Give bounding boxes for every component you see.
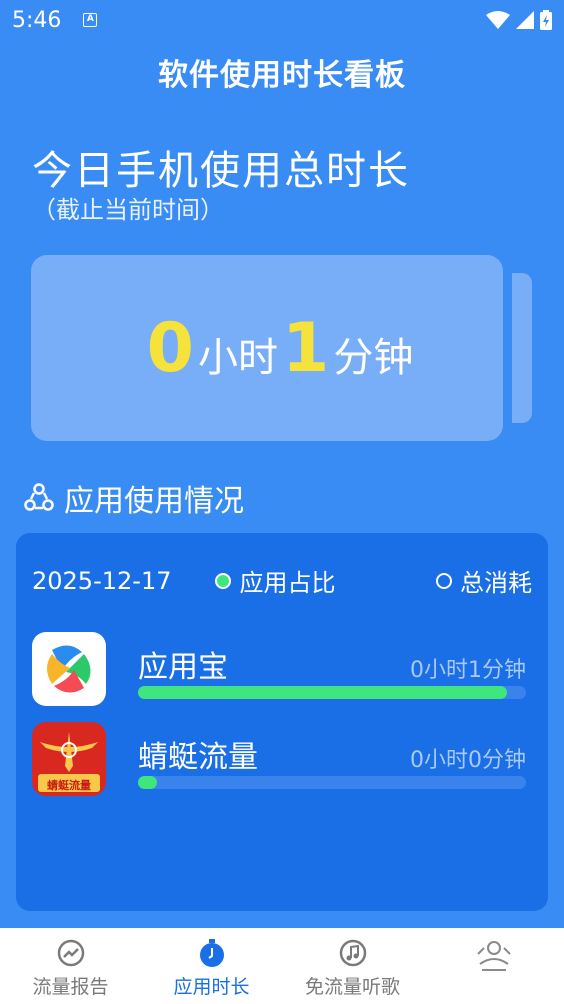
nav-label: 免流量听歌 — [304, 976, 400, 998]
qingting-app-icon: 蜻蜓流量 — [32, 722, 106, 796]
app-time: 0小时1分钟 — [410, 658, 526, 683]
legend-ratio-label: 应用占比 — [239, 569, 336, 597]
nav-profile[interactable] — [423, 928, 564, 1004]
legend-total-label: 总消耗 — [460, 569, 532, 597]
legend-total[interactable]: 总消耗 — [436, 563, 532, 598]
profile-icon — [476, 941, 511, 971]
duration-minutes-unit: 分钟 — [333, 334, 414, 381]
radio-selected-icon — [215, 572, 232, 589]
usage-bar-track — [138, 686, 526, 699]
panel-header: 2025-12-17 应用占比 总消耗 — [32, 563, 532, 598]
usage-bar-fill — [138, 776, 158, 789]
today-usage-title: 今日手机使用总时长 — [32, 148, 410, 194]
list-item[interactable]: 应用宝 0小时1分钟 — [32, 632, 532, 708]
status-icons — [486, 10, 552, 30]
signal-icon — [516, 11, 534, 29]
legend-ratio[interactable]: 应用占比 — [215, 563, 335, 598]
nav-label: 流量报告 — [32, 976, 109, 998]
total-duration: 0 小时 1 分钟 — [147, 309, 418, 388]
usage-battery-card: 0 小时 1 分钟 — [31, 255, 503, 441]
page-title: 软件使用时长看板 — [158, 58, 406, 93]
status-bar: 5:46 A — [0, 0, 564, 40]
duration-hours: 0 — [146, 308, 194, 388]
notification-a-icon: A — [83, 13, 98, 27]
section-header: 应用使用情况 — [24, 476, 244, 520]
clock-icon — [199, 939, 224, 967]
nav-free-music[interactable]: 免流量听歌 — [282, 928, 423, 1004]
usage-bar-track — [138, 776, 526, 789]
app-time: 0小时0分钟 — [410, 748, 526, 773]
section-title: 应用使用情况 — [64, 484, 244, 519]
app-name: 应用宝 — [138, 650, 228, 685]
usage-bar-fill — [138, 686, 507, 699]
status-time: 5:46 — [12, 7, 62, 33]
duration-minutes: 1 — [282, 308, 330, 388]
yingyongbao-app-icon — [32, 632, 106, 706]
today-usage-subtitle: （截止当前时间） — [32, 196, 224, 224]
trend-icon — [57, 939, 84, 967]
recycle-icon — [24, 483, 54, 511]
qingting-icon-text: 蜻蜓流量 — [47, 779, 91, 792]
battery-icon — [540, 10, 552, 30]
duration-hours-unit: 小时 — [198, 334, 278, 381]
app-name: 蜻蜓流量 — [138, 740, 258, 775]
bottom-nav: 流量报告 应用时长 免流量听歌 — [0, 928, 564, 1004]
app-usage-panel: 2025-12-17 应用占比 总消耗 应用宝 0小时1分钟 蜻蜓流量 蜻蜓流量… — [16, 533, 548, 911]
radio-unselected-icon — [436, 572, 452, 589]
wifi-icon — [486, 11, 510, 29]
list-item[interactable]: 蜻蜓流量 蜻蜓流量 0小时0分钟 — [32, 722, 532, 798]
nav-app-duration[interactable]: 应用时长 — [141, 928, 282, 1004]
music-icon — [339, 939, 366, 967]
nav-traffic-report[interactable]: 流量报告 — [0, 928, 141, 1004]
usage-date[interactable]: 2025-12-17 — [32, 567, 171, 595]
battery-cap — [512, 273, 532, 423]
nav-label: 应用时长 — [173, 976, 250, 998]
